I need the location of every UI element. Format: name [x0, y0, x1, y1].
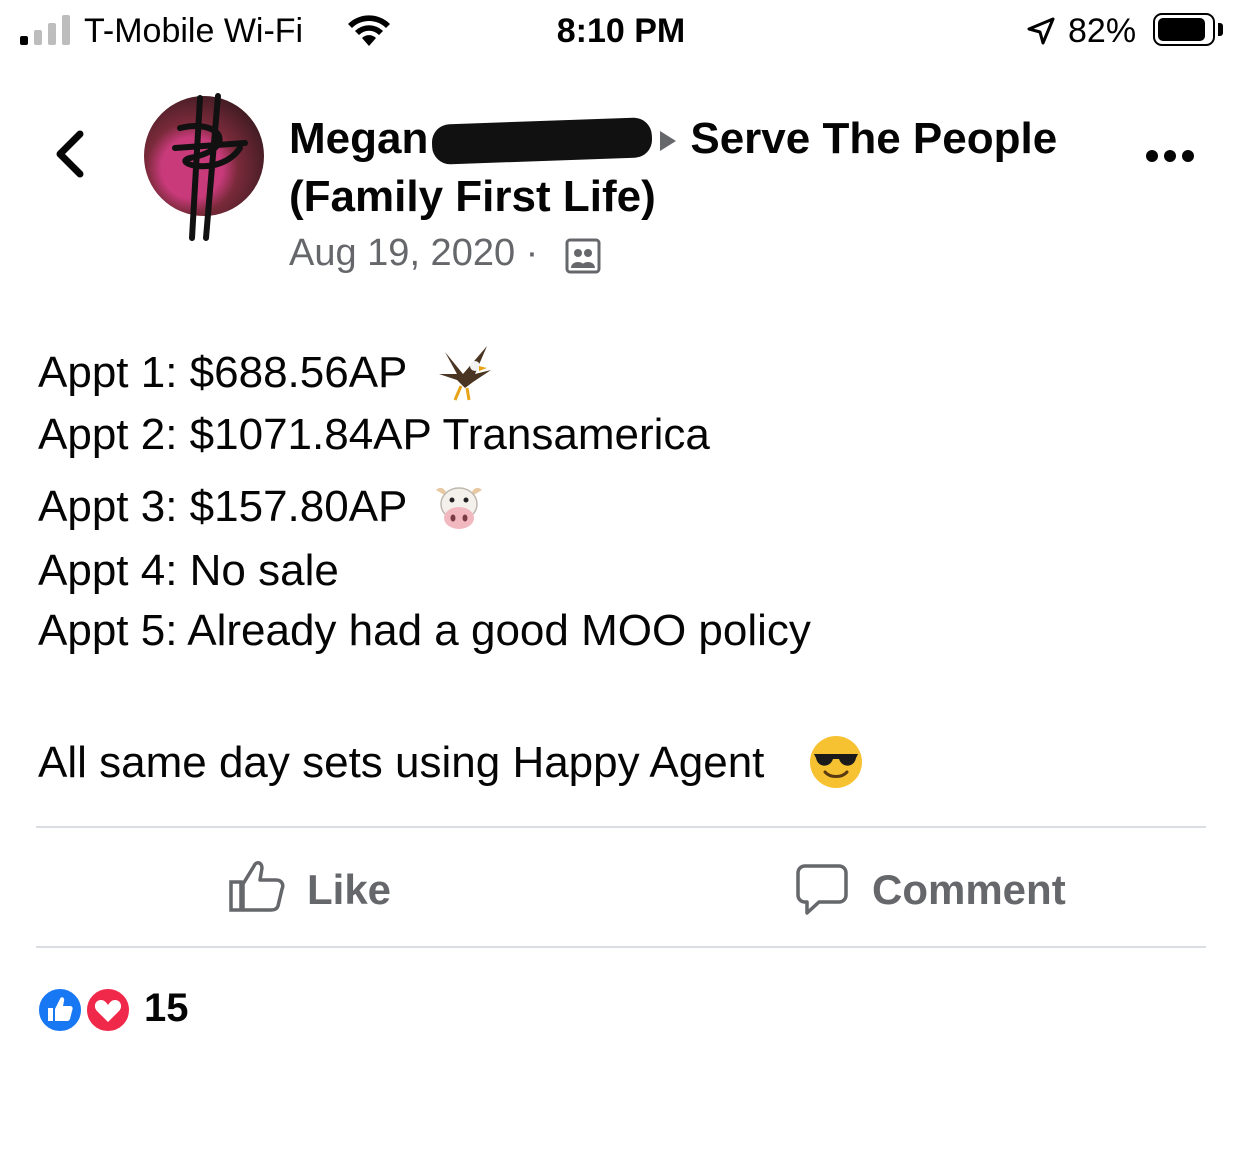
post-line-1: Appt 1: $688.56AP	[38, 348, 408, 397]
meta-separator: ·	[525, 232, 539, 274]
divider-top	[36, 826, 1206, 828]
back-chevron-icon[interactable]	[48, 124, 92, 184]
like-reaction-icon[interactable]	[36, 986, 84, 1034]
battery-icon	[1153, 13, 1215, 46]
divider-bottom	[36, 946, 1206, 948]
sunglasses-face-emoji-icon	[810, 736, 862, 788]
group-members-icon	[565, 238, 601, 274]
post-line-3: Appt 3: $157.80AP	[38, 482, 408, 531]
comment-bubble-icon[interactable]	[795, 862, 849, 916]
cow-face-emoji-icon	[436, 487, 482, 529]
post-meta: Aug 19, 2020 ·	[289, 232, 538, 275]
name-redaction	[431, 117, 653, 166]
thumbs-up-icon[interactable]	[228, 858, 286, 914]
post-line-6: All same day sets using Happy Agent	[38, 738, 765, 787]
battery-level	[1158, 18, 1205, 41]
battery-nub	[1218, 23, 1223, 36]
author-name[interactable]: Megan	[289, 114, 428, 163]
avatar-redaction-scribble	[172, 93, 248, 241]
like-button[interactable]: Like	[307, 866, 391, 914]
battery-percent: 82%	[1068, 12, 1137, 50]
post-line-4: Appt 4: No sale	[38, 546, 339, 595]
post-author-and-group[interactable]: Megan Serve The People (Family First Life…	[289, 110, 1109, 226]
love-reaction-icon[interactable]	[84, 986, 132, 1034]
post-date[interactable]: Aug 19, 2020	[289, 232, 515, 274]
status-bar: T-Mobile Wi-Fi 8:10 PM 82%	[0, 0, 1242, 64]
reaction-count[interactable]: 15	[144, 986, 189, 1031]
location-arrow-icon	[1027, 17, 1055, 45]
post-line-5: Appt 5: Already had a good MOO policy	[38, 606, 811, 655]
post-line-2: Appt 2: $1071.84AP Transamerica	[38, 410, 710, 459]
more-options-icon[interactable]	[1144, 146, 1196, 166]
eagle-emoji-icon	[439, 346, 491, 401]
group-arrow-icon	[660, 131, 677, 152]
comment-button[interactable]: Comment	[872, 866, 1066, 914]
